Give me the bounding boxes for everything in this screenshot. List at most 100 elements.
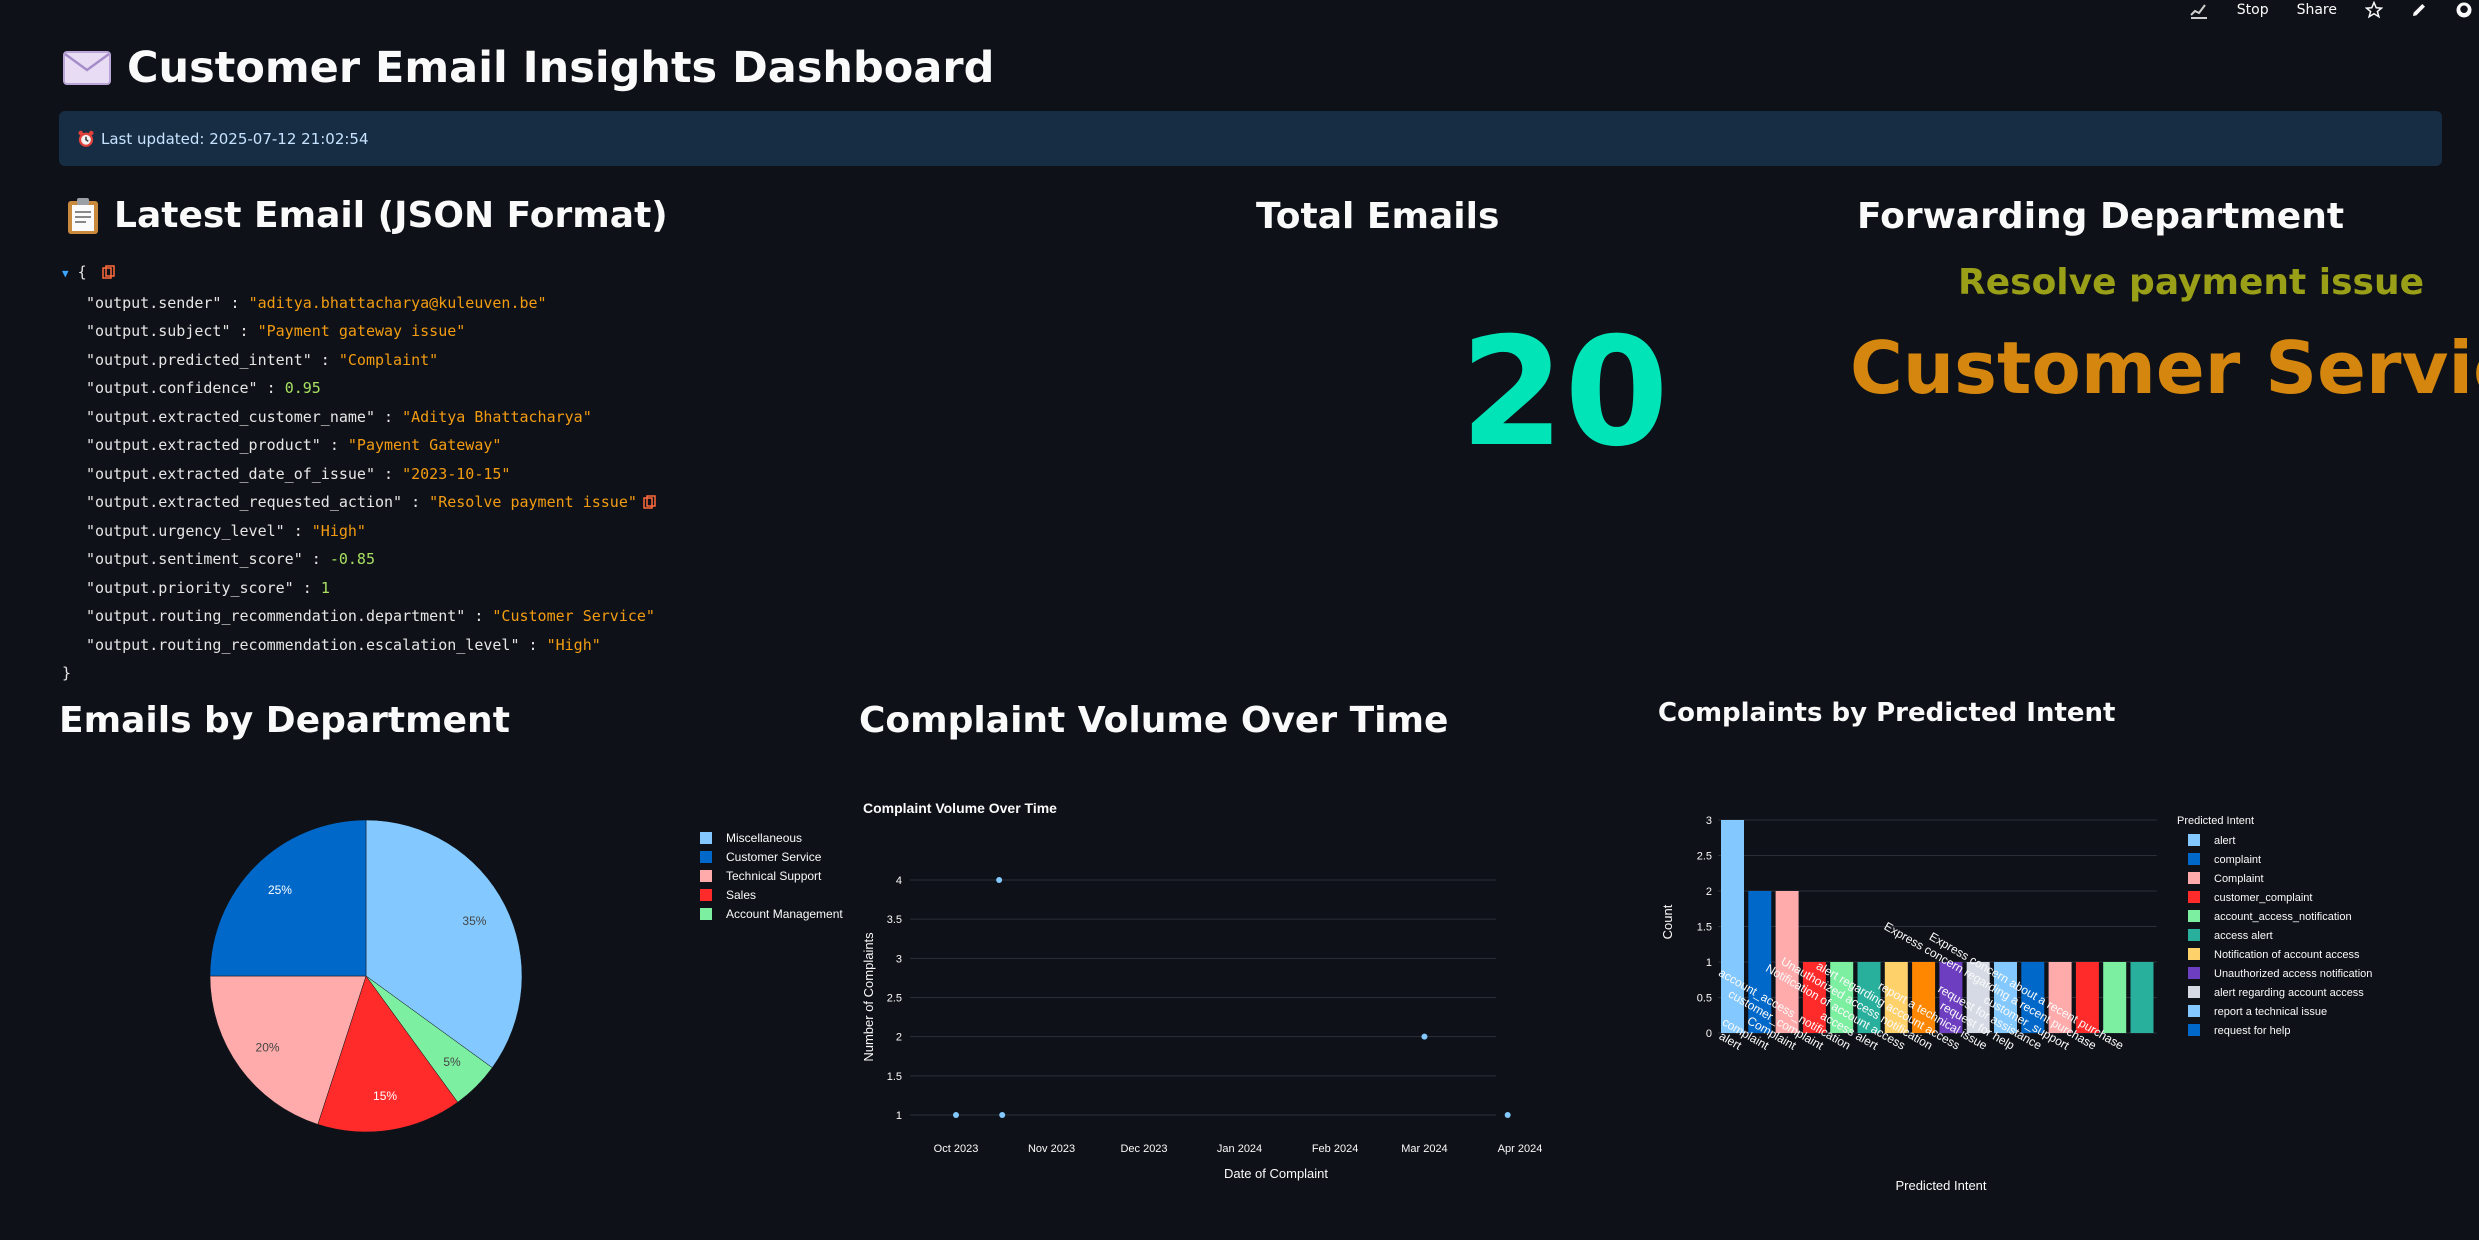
y-axis-label: Number of Complaints	[861, 932, 876, 1062]
x-tick-label: Mar 2024	[1401, 1143, 1447, 1155]
json-value: "aditya.bhattacharya@kuleuven.be"	[248, 293, 547, 312]
share-button[interactable]: Share	[2297, 2, 2337, 18]
page-title: Customer Email Insights Dashboard	[127, 43, 995, 93]
x-tick-label: Oct 2023	[934, 1143, 979, 1155]
x-tick-label: Nov 2023	[1028, 1143, 1075, 1155]
json-field-row: "output.extracted_date_of_issue" : "2023…	[62, 460, 657, 489]
x-tick-label: Apr 2024	[1498, 1143, 1543, 1155]
total-emails-value: 20	[1460, 306, 1669, 480]
x-tick-label: Feb 2024	[1312, 1143, 1358, 1155]
legend-swatch	[700, 870, 712, 882]
forwarding-department: Customer Service	[1850, 326, 2479, 410]
clipboard-icon	[68, 197, 98, 234]
legend-swatch	[2188, 1005, 2200, 1017]
json-field-row: "output.priority_score" : 1	[62, 574, 657, 603]
github-button[interactable]	[2455, 1, 2473, 19]
y-tick-label: 3	[1706, 815, 1712, 827]
json-field-row: "output.sender" : "aditya.bhattacharya@k…	[62, 289, 657, 318]
json-value: "Payment gateway issue"	[257, 322, 466, 340]
legend-label: account_access_notification	[2214, 911, 2352, 923]
legend-swatch	[2188, 967, 2200, 979]
y-tick-label: 3.5	[887, 914, 902, 926]
legend-swatch	[2188, 910, 2200, 922]
github-icon	[2456, 2, 2472, 18]
data-point	[999, 1112, 1006, 1118]
y-tick-label: 3	[896, 953, 902, 965]
collapse-toggle-icon[interactable]: ▼	[62, 267, 69, 280]
y-tick-label: 1.5	[1697, 922, 1712, 934]
bar	[2103, 962, 2127, 1033]
legend-label: Miscellaneous	[726, 831, 802, 845]
intent-chart-title: Complaints by Predicted Intent	[1658, 698, 2116, 728]
legend-label: Customer Service	[726, 850, 822, 864]
json-separator: :	[284, 521, 312, 540]
json-field-row: "output.sentiment_score" : -0.85	[62, 545, 657, 574]
favorite-button[interactable]	[2365, 1, 2383, 19]
alarm-clock-icon	[78, 130, 94, 147]
y-tick-label: 1	[896, 1110, 902, 1122]
json-close-brace: }	[62, 664, 72, 682]
page-header: Customer Email Insights Dashboard	[63, 38, 994, 98]
stop-button[interactable]: Stop	[2237, 2, 2269, 18]
json-value: -0.85	[329, 550, 375, 568]
legend-label: Unauthorized access notification	[2214, 968, 2372, 980]
y-tick-label: 4	[896, 875, 902, 887]
json-value: 1	[320, 578, 330, 597]
copy-icon[interactable]	[101, 265, 116, 279]
json-separator: :	[230, 322, 258, 340]
json-separator: :	[257, 379, 285, 397]
legend-label: Technical Support	[726, 869, 822, 883]
json-key: "output.sentiment_score"	[86, 550, 303, 568]
envelope-icon	[63, 51, 111, 85]
json-separator: :	[293, 578, 321, 597]
data-point	[953, 1112, 959, 1118]
json-separator: :	[519, 635, 547, 654]
copy-icon[interactable]	[643, 495, 657, 509]
star-icon	[2365, 1, 2383, 19]
json-key: "output.extracted_requested_action"	[86, 493, 403, 511]
y-axis-label: Count	[1660, 904, 1675, 939]
json-separator: :	[465, 607, 493, 625]
legend-swatch	[2188, 948, 2200, 960]
x-tick-label: Dec 2023	[1120, 1143, 1167, 1155]
y-tick-label: 0.5	[1697, 993, 1712, 1005]
y-tick-label: 2.5	[1697, 851, 1712, 863]
json-viewer: ▼ { "output.sender" : "aditya.bhattachar…	[62, 258, 657, 688]
legend-swatch	[2188, 929, 2200, 941]
json-value: "Payment Gateway"	[347, 436, 502, 454]
x-axis-label: Date of Complaint	[1224, 1166, 1328, 1181]
json-key: "output.routing_recommendation.escalatio…	[86, 635, 520, 654]
legend-label: Complaint	[2214, 873, 2264, 885]
legend-label: Sales	[726, 888, 756, 902]
legend-label: customer_complaint	[2214, 892, 2312, 904]
legend-swatch	[2188, 834, 2200, 846]
legend-label: access alert	[2214, 930, 2273, 942]
json-value: "2023-10-15"	[402, 464, 511, 483]
stop-label: Stop	[2236, 2, 2269, 18]
legend-label: Notification of account access	[2214, 949, 2360, 961]
data-point	[996, 877, 1003, 883]
dept-chart-title: Emails by Department	[59, 700, 510, 741]
json-value: "Resolve payment issue"	[429, 493, 637, 511]
edit-button[interactable]	[2411, 2, 2427, 18]
share-label: Share	[2296, 2, 2337, 18]
json-key: "output.extracted_date_of_issue"	[86, 464, 375, 483]
pie-slice	[209, 819, 367, 977]
json-value: "Complaint"	[338, 350, 439, 369]
y-tick-label: 2	[896, 1032, 902, 1044]
json-separator: :	[302, 550, 330, 568]
volume-chart-title: Complaint Volume Over Time	[859, 700, 1449, 741]
legend-swatch	[700, 908, 712, 920]
running-icon	[2190, 4, 2207, 19]
data-point	[1421, 1033, 1428, 1040]
json-value: "Aditya Bhattacharya"	[402, 407, 592, 426]
legend-swatch	[700, 832, 712, 844]
legend-title: Predicted Intent	[2177, 815, 2254, 827]
y-tick-label: 2.5	[887, 993, 902, 1005]
json-value: "High"	[311, 521, 366, 540]
json-field-row: "output.confidence" : 0.95	[62, 374, 657, 403]
y-tick-label: 1	[1706, 957, 1712, 969]
x-axis-label: Predicted Intent	[1895, 1178, 1986, 1193]
json-key: "output.extracted_customer_name"	[86, 407, 375, 426]
total-emails-title: Total Emails	[1256, 196, 1500, 237]
